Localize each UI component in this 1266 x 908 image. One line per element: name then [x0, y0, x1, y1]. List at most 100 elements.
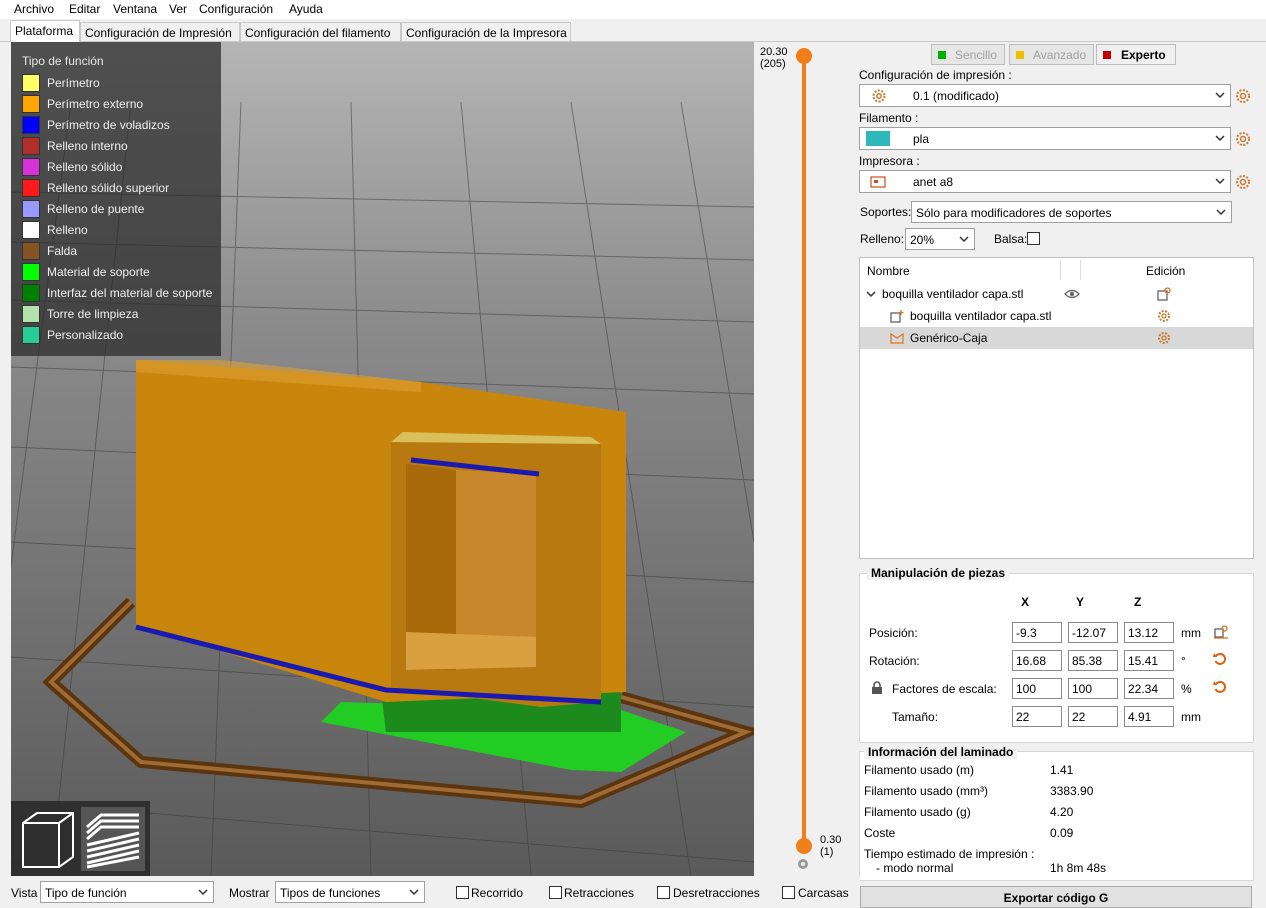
tab-plataforma[interactable]: Plataforma	[10, 20, 80, 42]
shells-checkbox[interactable]	[782, 886, 795, 899]
eye-icon[interactable]	[1064, 288, 1080, 300]
position-z-field[interactable]: 13.12	[1124, 622, 1174, 643]
modifier-box-icon	[890, 332, 904, 344]
shells-label: Carcasas	[798, 886, 849, 900]
part-icon	[890, 310, 904, 323]
gear-icon[interactable]	[1157, 331, 1171, 345]
legend-panel: Tipo de función Perímetro Perímetro exter…	[11, 42, 221, 356]
scale-z-field[interactable]: 22.34	[1124, 678, 1174, 699]
rotation-y-field[interactable]: 85.38	[1068, 650, 1118, 671]
slice-info-label: Coste	[864, 826, 896, 840]
rotation-x-field[interactable]: 16.68	[1012, 650, 1062, 671]
menu-ventana[interactable]: Ventana	[113, 2, 157, 16]
slice-info-label: Filamento usado (mm³)	[864, 784, 989, 798]
position-y-field[interactable]: -12.07	[1068, 622, 1118, 643]
legend-swatch	[22, 137, 40, 155]
lock-cog-icon[interactable]	[797, 858, 809, 870]
tab-bar: Plataforma Configuración de Impresión Co…	[0, 19, 1266, 42]
tab-filament-settings[interactable]: Configuración del filamento	[240, 22, 401, 41]
size-x-field[interactable]: 22	[1012, 706, 1062, 727]
layer-slider-area: 20.30 (205) 0.30 (1)	[754, 42, 854, 876]
slider-top-thumb[interactable]	[796, 48, 812, 64]
axis-z-label: Z	[1134, 595, 1142, 609]
size-label: Tamaño:	[892, 710, 939, 724]
printer-combo[interactable]: anet a8	[859, 170, 1231, 193]
chevron-down-icon	[1215, 92, 1225, 99]
object-list[interactable]: Nombre Edición boquilla ventilador capa.…	[859, 257, 1254, 559]
tab-printer-settings[interactable]: Configuración de la Impresora	[401, 22, 571, 41]
scale-unit: %	[1181, 682, 1192, 696]
brim-checkbox[interactable]	[1027, 232, 1040, 245]
position-unit: mm	[1181, 626, 1201, 640]
view-type-combo[interactable]: Tipo de función	[40, 881, 214, 903]
chevron-down-icon	[409, 889, 419, 896]
size-y-field[interactable]: 22	[1068, 706, 1118, 727]
menu-editar[interactable]: Editar	[69, 2, 100, 16]
infill-combo[interactable]: 20%	[905, 228, 975, 250]
mode-simple-button[interactable]: Sencillo	[931, 44, 1005, 65]
retractions-checkbox[interactable]	[549, 886, 562, 899]
show-type-combo[interactable]: Tipos de funciones	[275, 881, 425, 903]
layers-view-icon[interactable]	[81, 807, 145, 871]
layer-slider-track[interactable]	[802, 54, 806, 844]
gear-icon[interactable]	[1157, 309, 1171, 323]
print-time-label: Tiempo estimado de impresión :	[864, 847, 1035, 861]
gear-icon[interactable]	[1235, 131, 1251, 147]
list-item-part[interactable]: boquilla ventilador capa.stl	[860, 305, 1253, 327]
reset-scale-icon[interactable]	[1213, 680, 1227, 694]
legend-label: Interfaz del material de soporte	[47, 286, 213, 300]
reset-rotation-icon[interactable]	[1213, 652, 1227, 666]
drop-to-bed-icon[interactable]	[1214, 625, 1228, 639]
size-unit: mm	[1181, 710, 1201, 724]
chevron-down-icon	[1216, 209, 1226, 216]
menu-ayuda[interactable]: Ayuda	[289, 2, 323, 16]
slice-info-value: 1.41	[1050, 763, 1074, 777]
legend-swatch	[22, 158, 40, 176]
legend-label: Falda	[47, 244, 78, 258]
list-item-modifier[interactable]: Genérico-Caja	[860, 327, 1253, 349]
add-part-icon[interactable]	[1157, 287, 1171, 301]
list-item-object[interactable]: boquilla ventilador capa.stl	[860, 283, 1253, 305]
view-toggle-group	[11, 801, 150, 876]
position-x-field[interactable]: -9.3	[1012, 622, 1062, 643]
menu-archivo[interactable]: Archivo	[14, 2, 54, 16]
printer-label: Impresora :	[859, 154, 920, 168]
legend-swatch	[22, 242, 40, 260]
slider-bottom-thumb[interactable]	[796, 838, 812, 854]
legend-swatch	[22, 74, 40, 92]
filament-combo[interactable]: pla	[859, 127, 1231, 150]
axis-y-label: Y	[1076, 595, 1085, 609]
scale-y-field[interactable]: 100	[1068, 678, 1118, 699]
tab-print-settings[interactable]: Configuración de Impresión	[80, 22, 240, 41]
slice-info-label: Filamento usado (m)	[864, 763, 975, 777]
print-settings-combo[interactable]: 0.1 (modificado)	[859, 84, 1231, 107]
legend-swatch	[22, 95, 40, 113]
scale-x-field[interactable]: 100	[1012, 678, 1062, 699]
menu-configuracion[interactable]: Configuración	[199, 2, 273, 16]
rotation-z-field[interactable]: 15.41	[1124, 650, 1174, 671]
filament-color-swatch	[866, 131, 890, 146]
travel-label: Recorrido	[471, 886, 524, 900]
mode-expert-button[interactable]: Experto	[1096, 44, 1176, 65]
travel-checkbox[interactable]	[456, 886, 469, 899]
slice-info-value: 4.20	[1050, 805, 1074, 819]
slice-info-title: Información del laminado	[864, 745, 1018, 759]
export-gcode-button[interactable]: Exportar código G	[860, 886, 1252, 908]
gear-icon[interactable]	[1235, 88, 1251, 104]
rotation-unit: °	[1181, 654, 1186, 668]
chevron-down-icon[interactable]	[866, 289, 876, 299]
col-header-edit[interactable]: Edición	[1146, 264, 1185, 278]
deretractions-checkbox[interactable]	[657, 886, 670, 899]
col-header-name[interactable]: Nombre	[867, 264, 910, 278]
size-z-field[interactable]: 4.91	[1124, 706, 1174, 727]
lock-icon[interactable]	[870, 681, 884, 695]
supports-combo[interactable]: Sólo para modificadores de soportes	[911, 201, 1232, 223]
legend-label: Relleno	[47, 223, 88, 237]
bottom-toolbar: Vista Tipo de función Mostrar Tipos de f…	[0, 876, 860, 908]
legend-swatch	[22, 200, 40, 218]
gear-icon[interactable]	[1235, 174, 1251, 190]
3d-view-icon[interactable]	[17, 807, 81, 871]
mode-advanced-button[interactable]: Avanzado	[1009, 44, 1094, 65]
deretractions-label: Desretracciones	[673, 886, 760, 900]
menu-ver[interactable]: Ver	[169, 2, 187, 16]
